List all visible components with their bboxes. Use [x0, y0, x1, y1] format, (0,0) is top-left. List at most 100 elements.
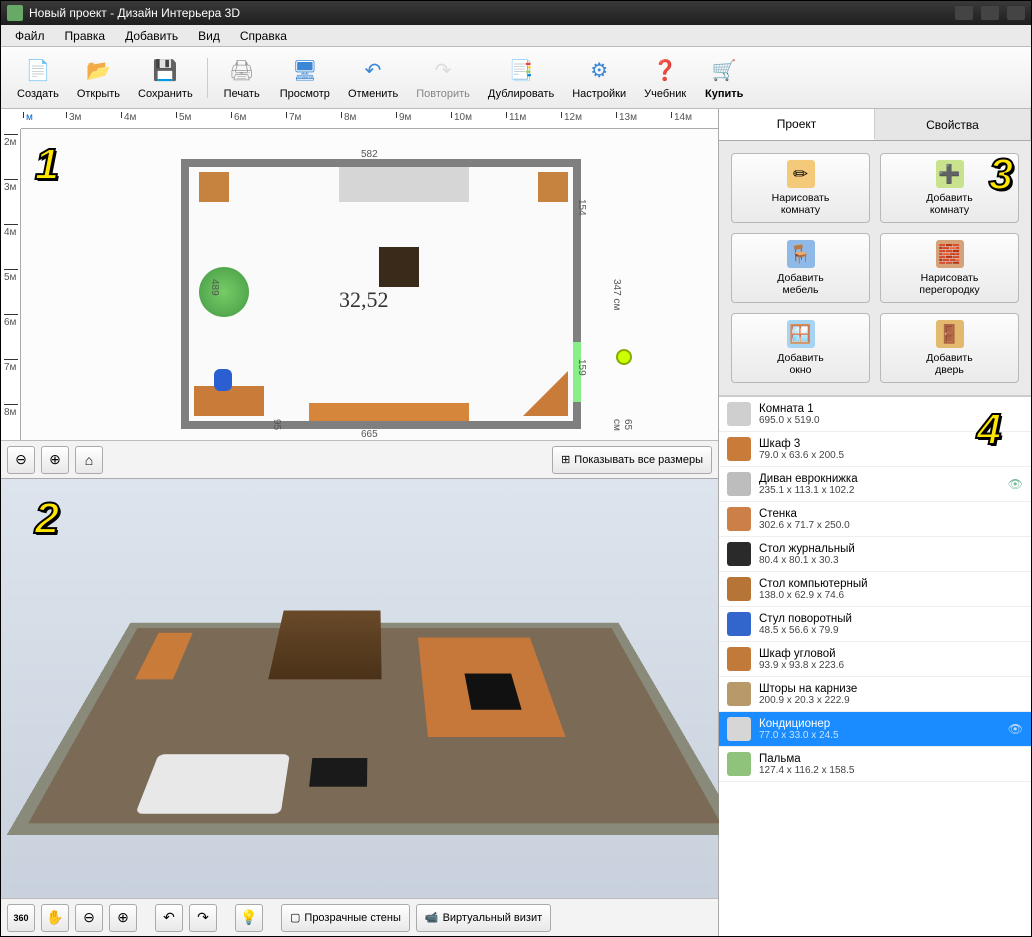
plan-2d-area[interactable]: 1 м 3м4м5м6м7м8м9м10м11м12м13м14м 2м3м4м… — [1, 109, 718, 479]
zoom-out-3d-button[interactable]: ⊖ — [75, 904, 103, 932]
furniture-cabinet[interactable] — [538, 172, 568, 202]
toolbar-просмотр-button[interactable]: 🖥Просмотр — [272, 52, 338, 104]
object-icon — [727, 542, 751, 566]
rotate-360-button[interactable]: 360 — [7, 904, 35, 932]
action-комнату-button[interactable]: ➕Добавитькомнату — [880, 153, 1019, 223]
ruler-vertical: 2м3м4м5м6м7м8м — [1, 129, 21, 440]
toolbar-label: Печать — [224, 88, 260, 100]
action-комнату-button[interactable]: ✏Нарисоватькомнату — [731, 153, 870, 223]
object-dimensions: 138.0 x 62.9 x 74.6 — [759, 590, 868, 601]
object-item[interactable]: Комната 1695.0 x 519.0 — [719, 397, 1031, 432]
action-label: Добавитьмебель — [777, 272, 823, 296]
action-мебель-button[interactable]: 🪑Добавитьмебель — [731, 233, 870, 303]
toolbar-печать-button[interactable]: 🖨 Печать — [214, 52, 270, 104]
furniture-corner[interactable] — [523, 371, 568, 416]
object-dimensions: 48.5 x 56.6 x 79.9 — [759, 625, 852, 636]
object-icon — [727, 647, 751, 671]
action-дверь-button[interactable]: 🚪Добавитьдверь — [880, 313, 1019, 383]
zoom-in-3d-button[interactable]: ⊕ — [109, 904, 137, 932]
action-перегородку-button[interactable]: 🧱Нарисоватьперегородку — [880, 233, 1019, 303]
menu-добавить[interactable]: Добавить — [115, 27, 188, 45]
object-name: Пальма — [759, 753, 854, 765]
undo-3d-button[interactable]: ↶ — [155, 904, 183, 932]
furniture-chair[interactable] — [214, 369, 232, 391]
toolbar-учебник-button[interactable]: ❓Учебник — [636, 52, 694, 104]
toolbar-отменить-button[interactable]: ↶Отменить — [340, 52, 406, 104]
room-area-label: 32,52 — [339, 287, 389, 313]
object-item[interactable]: Стол компьютерный138.0 x 62.9 x 74.6 — [719, 572, 1031, 607]
toolbar-сохранить-button[interactable]: 💾Сохранить — [130, 52, 201, 104]
object-icon — [727, 507, 751, 531]
virtual-visit-button[interactable]: 📹Виртуальный визит — [416, 904, 551, 932]
action-label: Добавитькомнату — [926, 192, 972, 216]
view3d-toolbar: 360 ✋ ⊖ ⊕ ↶ ↷ 💡 ▢Прозрачные стены 📹Вирту… — [1, 898, 718, 936]
object-list[interactable]: Комната 1695.0 x 519.0Шкаф 379.0 x 63.6 … — [719, 396, 1031, 936]
object-icon — [727, 577, 751, 601]
ruler-tick: 6м — [231, 112, 246, 118]
visibility-icon[interactable]: 👁 — [1008, 722, 1023, 736]
object-item[interactable]: Стенка302.6 x 71.7 x 250.0 — [719, 502, 1031, 537]
furniture-wall-unit[interactable] — [309, 403, 469, 421]
action-окно-button[interactable]: 🪟Добавитьокно — [731, 313, 870, 383]
печать-icon: 🖨 — [227, 56, 257, 86]
minimize-button[interactable] — [955, 6, 973, 20]
titlebar: Новый проект - Дизайн Интерьера 3D — [1, 1, 1031, 25]
object-item[interactable]: Стул поворотный48.5 x 56.6 x 79.9 — [719, 607, 1031, 642]
furniture-shelf[interactable] — [199, 172, 229, 202]
object-item[interactable]: Диван еврокнижка235.1 x 113.1 x 102.2👁 — [719, 467, 1031, 502]
object-item[interactable]: Кондиционер77.0 x 33.0 x 24.5👁 — [719, 712, 1031, 747]
lighting-button[interactable]: 💡 — [235, 904, 263, 932]
object-dimensions: 93.9 x 93.8 x 223.6 — [759, 660, 844, 671]
toolbar-открыть-button[interactable]: 📂Открыть — [69, 52, 128, 104]
object-dimensions: 127.4 x 116.2 x 158.5 — [759, 765, 854, 776]
object-name: Стенка — [759, 508, 850, 520]
menu-правка[interactable]: Правка — [55, 27, 116, 45]
toolbar-label: Сохранить — [138, 88, 193, 100]
visibility-icon[interactable]: 👁 — [1008, 477, 1023, 491]
menu-файл[interactable]: Файл — [5, 27, 55, 45]
toolbar-купить-button[interactable]: 🛒Купить — [696, 52, 752, 104]
furniture-desk[interactable] — [194, 386, 264, 416]
action-grid: ✏Нарисоватькомнату➕Добавитькомнату🪑Добав… — [719, 141, 1031, 396]
furniture-table[interactable] — [379, 247, 419, 287]
object-item[interactable]: Шкаф 379.0 x 63.6 x 200.5 — [719, 432, 1031, 467]
повторить-icon: ↷ — [428, 56, 458, 86]
dim-door: 95 — [271, 419, 282, 430]
object-item[interactable]: Пальма127.4 x 116.2 x 158.5 — [719, 747, 1031, 782]
show-all-dimensions-button[interactable]: ⊞Показывать все размеры — [552, 446, 712, 474]
toolbar-настройки-button[interactable]: ⚙Настройки — [564, 52, 634, 104]
menu-вид[interactable]: Вид — [188, 27, 230, 45]
zoom-in-button[interactable]: ⊕ — [41, 446, 69, 474]
menu-справка[interactable]: Справка — [230, 27, 297, 45]
room-3d-floor — [7, 623, 743, 835]
ruler-tick: 4м — [4, 224, 18, 238]
object-item[interactable]: Шкаф угловой93.9 x 93.8 x 223.6 — [719, 642, 1031, 677]
selection-marker[interactable] — [616, 349, 632, 365]
просмотр-icon: 🖥 — [290, 56, 320, 86]
room-outline[interactable]: 32,52 — [181, 159, 581, 429]
ruler-tick: 9м — [396, 112, 411, 118]
object-item[interactable]: Стол журнальный80.4 x 80.1 x 30.3 — [719, 537, 1031, 572]
ruler-tick: 2м — [4, 134, 18, 148]
redo-3d-button[interactable]: ↷ — [189, 904, 217, 932]
close-button[interactable] — [1007, 6, 1025, 20]
object-icon — [727, 752, 751, 776]
tab-project[interactable]: Проект — [719, 109, 875, 140]
view-3d-area[interactable]: 2 360 ✋ ⊖ ⊕ ↶ ↷ — [1, 479, 718, 936]
furniture-sofa[interactable] — [339, 167, 469, 202]
maximize-button[interactable] — [981, 6, 999, 20]
object-dimensions: 80.4 x 80.1 x 30.3 — [759, 555, 855, 566]
furniture-plant[interactable] — [199, 267, 249, 317]
home-view-button[interactable]: ⌂ — [75, 446, 103, 474]
toolbar-создать-button[interactable]: 📄Создать — [9, 52, 67, 104]
plan-canvas[interactable]: 32,52 582 347 см 1 — [21, 129, 718, 440]
action-icon: ✏ — [787, 160, 815, 188]
pan-button[interactable]: ✋ — [41, 904, 69, 932]
action-icon: 🪟 — [787, 320, 815, 348]
tab-properties[interactable]: Свойства — [875, 109, 1031, 140]
toolbar-дублировать-button[interactable]: 📑Дублировать — [480, 52, 562, 104]
object-name: Шторы на карнизе — [759, 683, 857, 695]
transparent-walls-button[interactable]: ▢Прозрачные стены — [281, 904, 410, 932]
object-item[interactable]: Шторы на карнизе200.9 x 20.3 x 222.9 — [719, 677, 1031, 712]
zoom-out-button[interactable]: ⊖ — [7, 446, 35, 474]
